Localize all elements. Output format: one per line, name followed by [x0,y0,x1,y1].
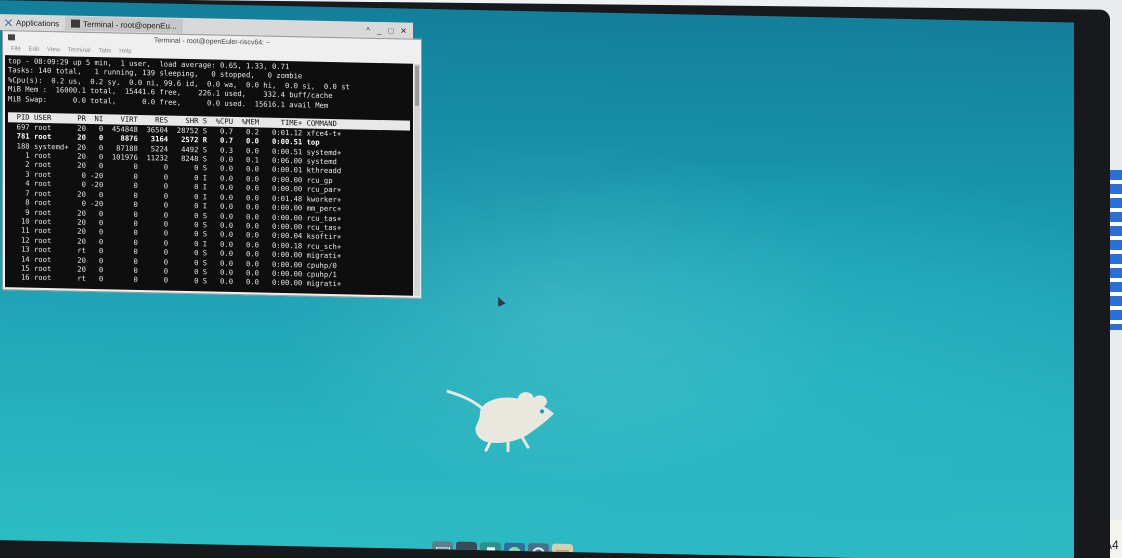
folder-icon [556,549,569,558]
dock-web-browser[interactable] [504,542,525,558]
maximize-button[interactable]: □ [388,26,393,35]
dock-terminal[interactable]: >_ [456,541,477,558]
applications-label: Applications [16,17,60,28]
terminal-icon: >_ [461,547,472,558]
terminal-scrollbar[interactable] [414,63,420,296]
terminal-icon [71,19,81,28]
dock-show-desktop[interactable] [432,541,453,558]
photo-scene: A4 Applications Terminal - root@openEu..… [0,0,1122,558]
terminal-output[interactable]: top - 08:09:29 up 5 min, 1 user, load av… [5,55,413,296]
search-icon [532,547,545,558]
menu-view[interactable]: View [47,45,60,56]
file-manager-icon [486,546,495,558]
scrollbar-thumb[interactable] [415,65,419,106]
taskbar-terminal-button[interactable]: Terminal - root@openEu... [65,16,183,33]
shade-button[interactable]: ^ [366,25,370,34]
menu-edit[interactable]: Edit [29,45,39,56]
dock-home-folder[interactable] [552,543,573,558]
menu-tabs[interactable]: Tabs [99,46,112,57]
dock-file-manager[interactable] [480,542,501,558]
window-controls: ^ _ □ ✕ [366,25,413,35]
terminal-window[interactable]: Terminal - root@openEuler-riscv64: ~ Fil… [2,30,422,299]
dock-app-finder[interactable] [528,543,549,558]
menu-file[interactable]: File [11,44,21,55]
desktop-screen: Applications Terminal - root@openEu... ^… [0,0,1074,558]
terminal-title: Terminal - root@openEuler-riscv64: ~ [153,37,271,47]
close-button[interactable]: ✕ [400,26,407,35]
xfce-logo-icon [4,18,13,27]
desktop-icon [435,546,450,557]
monitor-bezel: Applications Terminal - root@openEu... ^… [0,0,1110,558]
globe-icon [508,546,521,558]
window-menu-icon[interactable] [8,34,15,41]
applications-menu[interactable]: Applications [0,18,59,28]
mouse-pointer-icon [494,295,506,307]
task-label: Terminal - root@openEu... [83,19,177,31]
minimize-button[interactable]: _ [377,25,381,34]
xfce-mouse-logo-icon [446,389,554,453]
dock: >_ [432,536,582,558]
menu-terminal[interactable]: Terminal [68,45,91,56]
menu-help[interactable]: Help [119,47,131,58]
